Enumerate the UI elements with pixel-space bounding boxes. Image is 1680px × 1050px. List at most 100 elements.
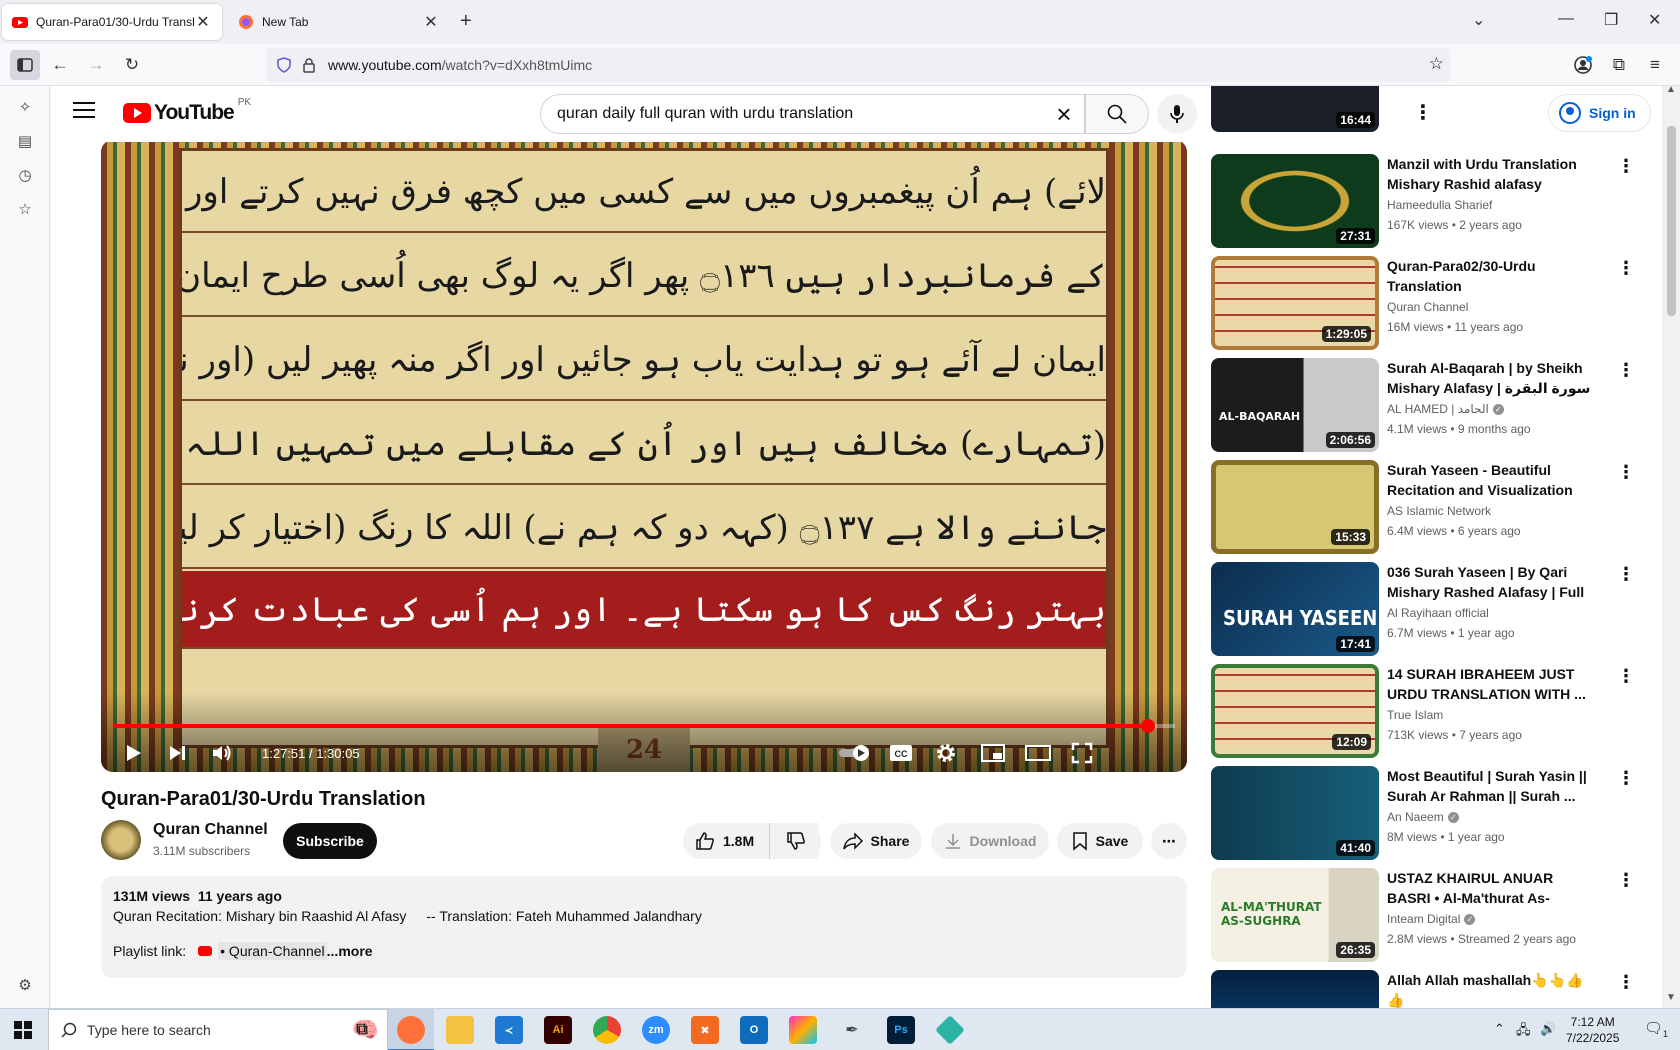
volume-icon[interactable] — [211, 738, 233, 768]
rec-channel[interactable]: Hameedulla Sharief — [1387, 198, 1492, 212]
video-thumbnail[interactable]: 27:31 — [1211, 154, 1379, 248]
rec-menu-icon[interactable]: ⋮ — [1617, 360, 1635, 381]
video-thumbnail[interactable]: SURAH YASEEN 17:41 — [1211, 562, 1379, 656]
tracking-protection-shield-icon[interactable] — [276, 57, 292, 73]
rec-title[interactable]: Surah Al-Baqarah | by Sheikh Mishary Ala… — [1387, 358, 1595, 398]
scroll-up-icon[interactable]: ▲ — [1666, 84, 1676, 95]
recommendation-item[interactable]: 12:09 14 SURAH IBRAHEEM JUST URDU TRANSL… — [1211, 664, 1651, 758]
recommendation-item[interactable]: SURAH YASEEN 17:41 036 Surah Yaseen | By… — [1211, 562, 1651, 656]
save-button[interactable]: Save — [1057, 823, 1143, 859]
captions-icon[interactable]: CC — [889, 738, 913, 768]
tray-overflow-icon[interactable]: ⌃ — [1494, 1021, 1505, 1037]
rec-menu-icon[interactable]: ⋮ — [1617, 870, 1635, 891]
video-thumbnail[interactable]: AL-MA'THURAT AS-SUGHRA 26:35 — [1211, 868, 1379, 962]
youtube-logo[interactable]: YouTube PK — [123, 97, 251, 125]
recommendation-item[interactable]: 16:44 — [1211, 86, 1651, 132]
synced-tabs-icon[interactable]: ▤ — [14, 132, 36, 154]
description-box[interactable]: 131M views 11 years ago Quran Recitation… — [101, 876, 1187, 978]
rec-menu-icon[interactable]: ⋮ — [1617, 564, 1635, 585]
recommendation-item[interactable]: AL-MA'THURAT AS-SUGHRA 26:35 USTAZ KHAIR… — [1211, 868, 1651, 962]
back-icon[interactable]: ← — [47, 52, 73, 78]
voice-search-button[interactable] — [1157, 94, 1197, 134]
bookmarks-icon[interactable]: ☆ — [14, 200, 36, 222]
creative-cloud-icon[interactable] — [789, 1016, 817, 1044]
rec-title[interactable]: Allah Allah mashallah👆👆👍👍 — [1387, 970, 1595, 1008]
search-box[interactable]: quran daily full quran with urdu transla… — [540, 94, 1085, 134]
page-scrollbar[interactable]: ▲ ▼ — [1662, 84, 1680, 1008]
fullscreen-icon[interactable] — [1071, 738, 1093, 768]
history-icon[interactable]: ◷ — [14, 166, 36, 188]
playlist-link[interactable]: • Quran-Channel — [218, 942, 327, 960]
rec-title[interactable]: USTAZ KHAIRUL ANUAR BASRI • Al-Ma'thurat… — [1387, 868, 1595, 908]
rec-menu-icon[interactable]: ⋮ — [1617, 972, 1635, 993]
guide-menu-icon[interactable] — [73, 102, 95, 120]
zoom-icon[interactable]: zm — [642, 1016, 670, 1044]
video-thumbnail[interactable]: AL-BAQARAH 2:06:56 — [1211, 358, 1379, 452]
rec-menu-icon[interactable]: ⋮ — [1617, 156, 1635, 177]
extensions-icon[interactable]: ⧉ — [1606, 52, 1632, 78]
rec-channel[interactable]: Inteam Digital ✓ — [1387, 912, 1476, 926]
window-close-icon[interactable]: ✕ — [1648, 10, 1661, 30]
rec-title[interactable]: 14 SURAH IBRAHEEM JUST URDU TRANSLATION … — [1387, 664, 1595, 704]
forward-icon[interactable]: → — [83, 52, 109, 78]
rec-menu-icon[interactable]: ⋮ — [1617, 462, 1635, 483]
firefox-taskbar-icon[interactable] — [397, 1016, 425, 1044]
taskbar-clock[interactable]: 7:12 AM 7/22/2025 — [1566, 1014, 1619, 1046]
app-diamond-icon[interactable] — [935, 1015, 965, 1045]
scrollbar-thumb[interactable] — [1667, 126, 1676, 316]
recommendation-item[interactable]: 15:33 Surah Yaseen - Beautiful Recitatio… — [1211, 460, 1651, 554]
ai-chatbot-icon[interactable]: ✧ — [14, 98, 36, 120]
photoshop-icon[interactable]: Ps — [887, 1016, 915, 1044]
recommendation-item[interactable]: 1:29:05 Quran-Para02/30-Urdu Translation… — [1211, 256, 1651, 350]
taskbar-search-box[interactable]: Type here to search 🧠 — [48, 1009, 388, 1050]
pen-tool-icon[interactable]: ✒ — [838, 1016, 866, 1044]
vscode-icon[interactable]: ≺ — [495, 1016, 523, 1044]
clear-search-icon[interactable]: × — [1044, 99, 1084, 130]
show-more-link[interactable]: ...more — [327, 943, 373, 959]
windows-start-icon[interactable] — [14, 1021, 32, 1044]
video-thumbnail[interactable]: 16:44 — [1211, 86, 1379, 132]
rec-channel[interactable]: Al Rayihaan official — [1387, 606, 1489, 620]
scroll-down-icon[interactable]: ▼ — [1666, 992, 1676, 1003]
recommendation-item[interactable]: Allah Allah mashallah👆👆👍👍 ⋮ — [1211, 970, 1651, 1008]
rec-channel[interactable]: Quran Channel — [1387, 300, 1468, 314]
restore-icon[interactable]: ❐ — [1604, 10, 1618, 30]
rec-menu-icon[interactable]: ⋮ — [1617, 666, 1635, 687]
tab-new-tab[interactable]: New Tab ✕ — [228, 4, 450, 40]
channel-avatar[interactable] — [101, 820, 141, 860]
chrome-icon[interactable] — [593, 1016, 621, 1044]
customize-sidebar-gear-icon[interactable]: ⚙ — [14, 976, 36, 998]
video-thumbnail[interactable]: 15:33 — [1211, 460, 1379, 554]
recommendation-item[interactable]: 27:31 Manzil with Urdu Translation Misha… — [1211, 154, 1651, 248]
recommendation-item[interactable]: AL-BAQARAH 2:06:56 Surah Al-Baqarah | by… — [1211, 358, 1651, 452]
video-player[interactable]: لائے) ہم اُن پیغمبروں میں سے کسی میں کچھ… — [101, 140, 1187, 772]
video-thumbnail[interactable]: 12:09 — [1211, 664, 1379, 758]
reload-icon[interactable]: ↻ — [119, 52, 145, 78]
close-tab-icon[interactable]: ✕ — [194, 12, 212, 32]
share-button[interactable]: Share — [830, 823, 922, 859]
rec-title[interactable]: Most Beautiful | Surah Yasin || Surah Ar… — [1387, 766, 1595, 806]
more-actions-icon[interactable]: ⋯ — [1151, 823, 1187, 859]
miniplayer-icon[interactable] — [981, 738, 1005, 768]
notification-icon[interactable]: 🗨1 — [1644, 1019, 1668, 1039]
volume-tray-icon[interactable]: 🔊 — [1540, 1021, 1556, 1037]
autoplay-toggle[interactable] — [837, 738, 873, 768]
rec-title[interactable]: Quran-Para02/30-Urdu Translation — [1387, 256, 1595, 296]
progress-bar[interactable] — [113, 719, 1175, 733]
lock-icon[interactable] — [302, 57, 316, 73]
subscribe-button[interactable]: Subscribe — [283, 823, 377, 859]
video-thumbnail[interactable]: 41:40 — [1211, 766, 1379, 860]
close-tab-icon[interactable]: ✕ — [422, 12, 440, 32]
account-icon[interactable] — [1570, 52, 1596, 78]
outlook-icon[interactable]: O — [740, 1016, 768, 1044]
play-icon[interactable] — [123, 738, 143, 768]
theater-mode-icon[interactable] — [1025, 738, 1051, 768]
task-view-icon[interactable]: ⧉ — [348, 1016, 376, 1044]
list-all-tabs-icon[interactable]: ⌄ — [1472, 10, 1485, 30]
channel-name[interactable]: Quran Channel — [153, 821, 268, 839]
illustrator-icon[interactable]: Ai — [544, 1016, 572, 1044]
search-button[interactable] — [1085, 94, 1149, 134]
file-explorer-icon[interactable] — [446, 1016, 474, 1044]
rec-title[interactable]: 036 Surah Yaseen | By Qari Mishary Rashe… — [1387, 562, 1595, 602]
dislike-button[interactable] — [769, 823, 821, 859]
